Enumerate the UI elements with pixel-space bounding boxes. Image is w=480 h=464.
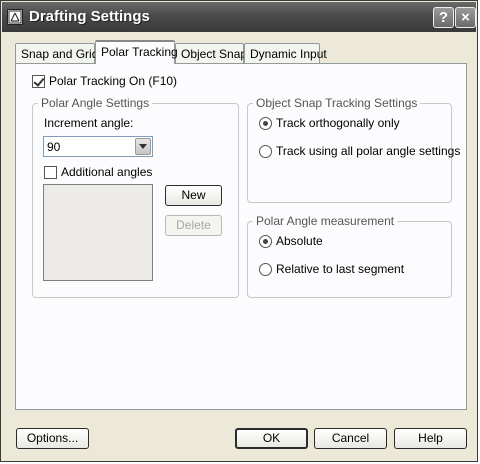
polar-tracking-panel: Polar Tracking On (F10) Polar Angle Sett… xyxy=(15,63,467,410)
close-icon: × xyxy=(461,9,470,26)
tab-polar-tracking[interactable]: Polar Tracking xyxy=(95,40,178,64)
track-all-polar-label[interactable]: Track using all polar angle settings xyxy=(276,144,460,158)
increment-angle-label: Increment angle: xyxy=(44,116,134,130)
drafting-settings-dialog: Drafting Settings ? × Snap and Grid Pola… xyxy=(0,0,478,462)
polar-angle-settings-title: Polar Angle Settings xyxy=(38,96,153,110)
track-all-polar-radio[interactable] xyxy=(259,145,272,158)
increment-angle-value: 90 xyxy=(47,140,61,154)
polar-tracking-on-label[interactable]: Polar Tracking On (F10) xyxy=(49,74,177,88)
polar-angle-measurement-title: Polar Angle measurement xyxy=(253,214,398,228)
track-orthogonally-label[interactable]: Track orthogonally only xyxy=(276,116,400,130)
additional-angles-list[interactable] xyxy=(43,184,153,281)
tab-dynamic-input[interactable]: Dynamic Input xyxy=(244,43,327,63)
additional-angles-checkbox[interactable] xyxy=(44,166,57,179)
title-bar[interactable]: Drafting Settings ? × xyxy=(2,2,476,32)
help-button[interactable]: Help xyxy=(394,428,467,449)
track-orthogonally-radio[interactable] xyxy=(259,117,272,130)
tab-snap-and-grid[interactable]: Snap and Grid xyxy=(15,43,98,63)
tab-object-snap[interactable]: Object Snap xyxy=(175,43,247,63)
chevron-down-icon[interactable] xyxy=(135,138,151,155)
polar-tracking-on-checkbox[interactable] xyxy=(32,75,45,88)
title-help-button[interactable]: ? xyxy=(433,7,454,28)
ok-button[interactable]: OK xyxy=(235,428,308,449)
help-question-icon: ? xyxy=(438,9,449,26)
window-title: Drafting Settings xyxy=(29,8,150,25)
polar-angle-measurement-group xyxy=(247,221,452,298)
increment-angle-select[interactable]: 90 xyxy=(43,136,153,157)
additional-angles-label[interactable]: Additional angles xyxy=(61,165,152,179)
title-close-button[interactable]: × xyxy=(455,7,476,28)
relative-last-segment-label[interactable]: Relative to last segment xyxy=(276,262,404,276)
cancel-button[interactable]: Cancel xyxy=(314,428,387,449)
options-button[interactable]: Options... xyxy=(16,428,89,449)
absolute-label[interactable]: Absolute xyxy=(276,234,323,248)
object-snap-tracking-title: Object Snap Tracking Settings xyxy=(253,96,421,110)
absolute-radio[interactable] xyxy=(259,235,272,248)
delete-angle-button[interactable]: Delete xyxy=(165,215,222,236)
relative-last-segment-radio[interactable] xyxy=(259,263,272,276)
drafting-app-icon xyxy=(7,9,23,25)
new-angle-button[interactable]: New xyxy=(165,185,222,206)
